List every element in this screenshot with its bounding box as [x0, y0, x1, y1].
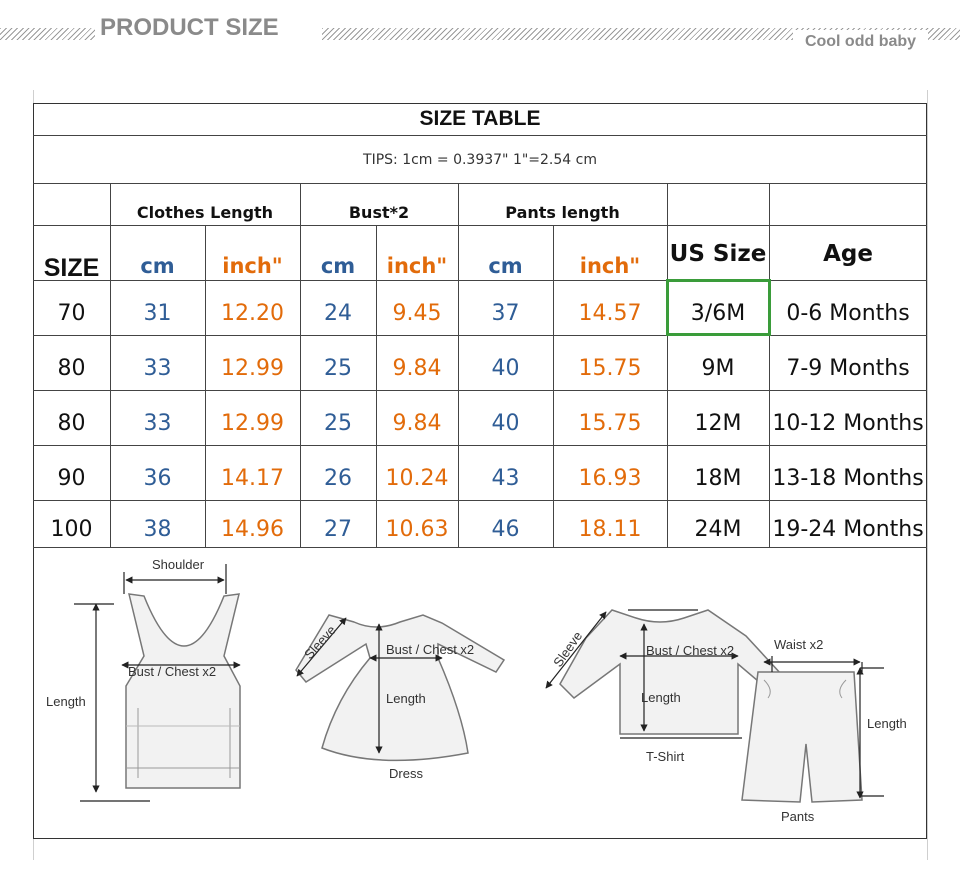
cell-clothes-cm: 31	[143, 301, 172, 326]
dress-bust-label: Bust / Chest x2	[386, 642, 474, 657]
cell-clothes-inch: 12.99	[221, 411, 284, 436]
dress-caption: Dress	[389, 766, 423, 781]
cell-bust-cm: 25	[324, 356, 352, 381]
group-bust: Bust*2	[348, 203, 410, 222]
tshirt-length-label: Length	[641, 690, 681, 705]
cell-bust-cm: 25	[324, 411, 352, 436]
cell-size: 100	[50, 517, 93, 542]
vest-bust-label: Bust / Chest x2	[128, 664, 216, 679]
pants-waist-label: Waist x2	[774, 637, 823, 652]
cell-size: 80	[57, 411, 86, 436]
selected-cell-outline	[666, 279, 771, 336]
cell-pants-inch: 15.75	[578, 356, 642, 381]
cell-bust-cm: 24	[324, 301, 352, 326]
cell-bust-inch: 9.84	[392, 356, 442, 381]
page-border-right	[927, 90, 928, 860]
cell-pants-cm: 40	[491, 411, 520, 436]
vest-length-label: Length	[46, 694, 86, 709]
cell-size: 80	[57, 356, 86, 381]
cell-us-size[interactable]: 12M	[667, 390, 769, 451]
vest-shoulder-label: Shoulder	[152, 557, 205, 572]
brand-label: Cool odd baby	[793, 30, 928, 54]
tshirt-bust-label: Bust / Chest x2	[646, 643, 734, 658]
cell-clothes-cm: 38	[143, 517, 172, 542]
measurement-diagrams: Shoulder Bust / Chest x2 Length Sleeve B…	[46, 557, 907, 824]
cell-us-size[interactable]: 18M	[667, 445, 769, 506]
cell-clothes-inch: 14.96	[221, 517, 284, 542]
cell-clothes-cm: 33	[143, 411, 172, 436]
cell-clothes-inch: 12.20	[221, 301, 284, 326]
cell-bust-cm: 27	[324, 517, 352, 542]
cell-clothes-cm: 36	[143, 466, 172, 491]
cell-age: 10-12 Months	[772, 411, 924, 436]
cell-bust-inch: 9.45	[392, 301, 442, 326]
pants-caption: Pants	[781, 809, 815, 824]
table-rule	[33, 183, 927, 184]
cell-bust-inch: 10.24	[385, 466, 449, 491]
cell-us-size[interactable]: 24M	[667, 500, 769, 553]
cell-pants-inch: 14.57	[578, 301, 642, 326]
column-header-age: Age	[823, 241, 873, 267]
cell-pants-cm: 40	[491, 356, 520, 381]
tshirt-caption: T-Shirt	[646, 749, 685, 764]
cell-pants-inch: 15.75	[578, 411, 642, 436]
cell-pants-cm: 37	[491, 301, 520, 326]
column-header-us-size: US Size	[669, 241, 767, 267]
cell-us-size[interactable]: 9M	[667, 335, 769, 396]
cell-bust-inch: 10.63	[385, 517, 449, 542]
page-title: PRODUCT SIZE	[100, 14, 279, 41]
cell-size: 70	[57, 301, 86, 326]
cell-age: 13-18 Months	[772, 466, 924, 491]
cell-size: 90	[57, 466, 86, 491]
cell-age: 7-9 Months	[786, 356, 910, 381]
cell-age: 19-24 Months	[772, 517, 924, 542]
group-clothes-length: Clothes Length	[136, 203, 274, 222]
vest-diagram: Shoulder Bust / Chest x2 Length	[46, 557, 241, 802]
cell-pants-inch: 18.11	[578, 517, 642, 542]
cell-clothes-cm: 33	[143, 356, 172, 381]
dress-length-label: Length	[386, 691, 426, 706]
dress-diagram: Sleeve Bust / Chest x2 Length Dress	[295, 614, 506, 781]
group-pants-length: Pants length	[505, 203, 620, 222]
cell-bust-inch: 9.84	[392, 411, 442, 436]
table-title: SIZE TABLE	[419, 107, 541, 130]
conversion-tips: TIPS: 1cm = 0.3937" 1"=2.54 cm	[363, 151, 597, 168]
cell-clothes-inch: 14.17	[221, 466, 284, 491]
cell-pants-cm: 46	[491, 517, 520, 542]
pants-length-label: Length	[867, 716, 907, 731]
cell-pants-cm: 43	[491, 466, 520, 491]
header-stripe-left	[0, 28, 95, 40]
cell-age: 0-6 Months	[786, 301, 910, 326]
cell-pants-inch: 16.93	[578, 466, 642, 491]
page-header: PRODUCT SIZE Cool odd baby	[0, 0, 960, 60]
cell-clothes-inch: 12.99	[221, 356, 284, 381]
cell-bust-cm: 26	[324, 466, 352, 491]
